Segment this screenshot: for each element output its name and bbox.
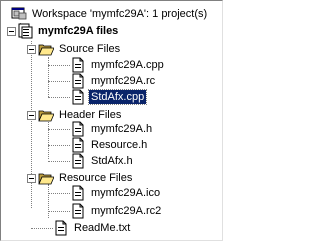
tree-item-project[interactable]: mymfc29A files <box>17 23 120 39</box>
header-file-icon <box>72 121 84 137</box>
collapse-toggle-header-files[interactable] <box>27 111 36 120</box>
tree-item-label: StdAfx.h <box>91 155 133 167</box>
tree-item-file[interactable]: Resource.h <box>70 137 149 153</box>
collapse-toggle-resource-files[interactable] <box>27 174 36 183</box>
tree-folder-resource-files[interactable]: Resource Files <box>38 170 134 186</box>
tree-item-label: StdAfx.cpp <box>87 89 148 105</box>
header-file-icon <box>72 153 84 169</box>
text-file-icon <box>55 220 67 236</box>
tree-item-file[interactable]: mymfc29A.cpp <box>70 57 166 73</box>
tree-item-file[interactable]: StdAfx.h <box>70 153 135 169</box>
tree-line <box>48 193 70 194</box>
tree-line <box>48 97 70 98</box>
project-icon <box>18 23 33 39</box>
tree-item-file[interactable]: ReadMe.txt <box>53 220 132 236</box>
tree-line <box>48 184 49 218</box>
tree-item-label: Header Files <box>59 109 122 121</box>
tree-item-file[interactable]: mymfc29A.h <box>70 121 154 137</box>
tree-item-label: mymfc29A.cpp <box>91 59 164 71</box>
tree-folder-source-files[interactable]: Source Files <box>38 41 122 57</box>
tree-item-label: mymfc29A.ico <box>91 187 161 199</box>
folder-open-icon <box>38 173 54 185</box>
tree-item-workspace[interactable]: Workspace 'mymfc29A': 1 project(s) <box>11 6 209 22</box>
tree-line <box>48 129 70 130</box>
tree-item-file[interactable]: mymfc29A.ico <box>70 185 162 201</box>
tree-item-label: mymfc29A files <box>38 25 119 37</box>
tree-item-label: Resource Files <box>59 172 133 184</box>
tree-line <box>48 81 70 82</box>
cpp-file-icon <box>72 57 84 73</box>
tree-line <box>48 65 70 66</box>
workspace-icon <box>11 7 27 20</box>
tree-line <box>48 57 49 97</box>
header-file-icon <box>72 137 84 153</box>
collapse-toggle-source-files[interactable] <box>27 45 36 54</box>
tree-item-file[interactable]: mymfc29A.rc2 <box>70 203 163 219</box>
cpp-file-icon <box>72 89 84 105</box>
tree-item-file-selected[interactable]: StdAfx.cpp <box>70 89 148 105</box>
rc-file-icon <box>72 73 84 89</box>
file-view-panel[interactable]: Workspace 'mymfc29A': 1 project(s) mymfc… <box>0 0 223 241</box>
tree-item-label: Workspace 'mymfc29A': 1 project(s) <box>32 8 208 20</box>
folder-open-icon <box>38 44 54 56</box>
folder-open-icon <box>38 110 54 122</box>
resource-file-icon <box>72 203 84 219</box>
tree-item-label: mymfc29A.rc2 <box>91 205 162 217</box>
tree-item-label: Resource.h <box>91 139 148 151</box>
tree-item-file[interactable]: mymfc29A.rc <box>70 73 157 89</box>
collapse-toggle-project[interactable] <box>7 27 16 36</box>
tree-line <box>31 228 53 229</box>
tree-item-label: ReadMe.txt <box>74 222 131 234</box>
tree-line <box>48 145 70 146</box>
tree-item-label: Source Files <box>59 43 121 55</box>
tree-item-label: mymfc29A.rc <box>91 75 156 87</box>
tree-item-label: mymfc29A.h <box>91 123 153 135</box>
tree-line <box>48 211 70 212</box>
resource-file-icon <box>72 185 84 201</box>
tree-line <box>48 161 70 162</box>
